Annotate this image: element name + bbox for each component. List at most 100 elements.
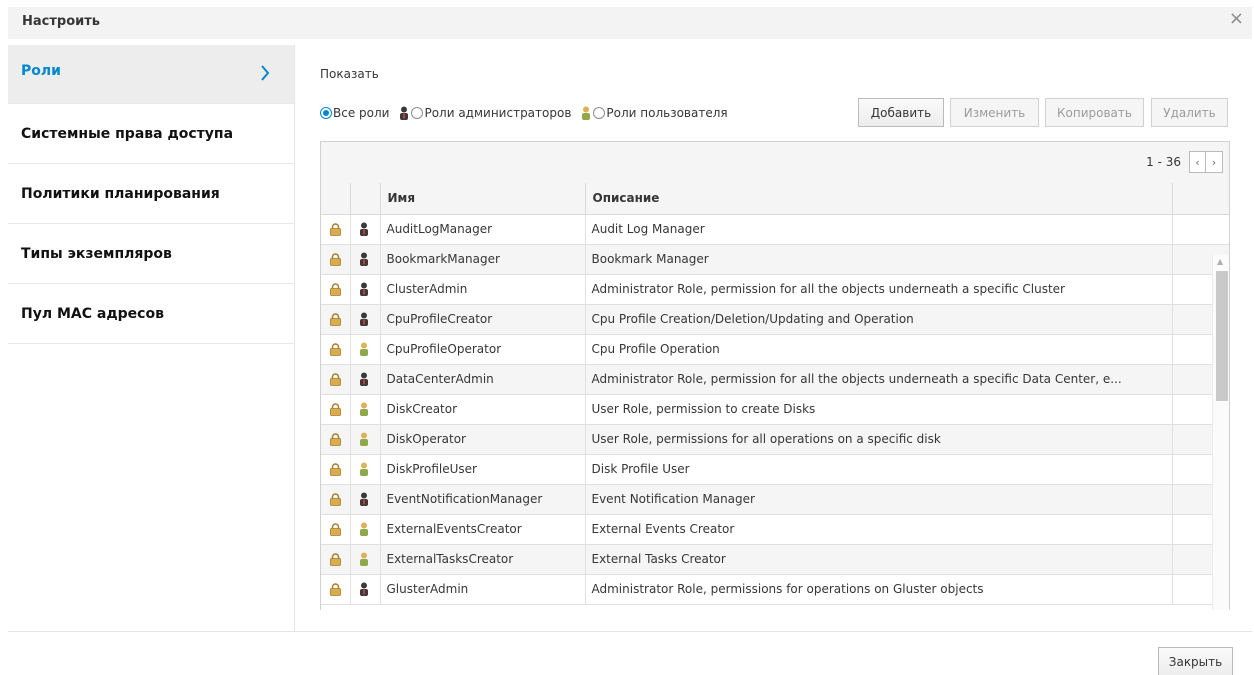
filter-user-label: Роли пользователя <box>606 106 728 120</box>
sidebar-item-mac-pools[interactable]: Пул MAC адресов <box>8 284 294 344</box>
scroll-thumb[interactable] <box>1216 271 1228 401</box>
show-label: Показать <box>320 67 379 81</box>
role-name: AuditLogManager <box>380 214 586 245</box>
lock-icon <box>321 544 351 575</box>
table-row[interactable]: CpuProfileCreator Cpu Profile Creation/De… <box>321 304 1229 335</box>
role-description: Cpu Profile Operation <box>585 334 1173 365</box>
regular-user-icon <box>350 424 381 455</box>
row-spacer <box>1172 214 1229 245</box>
delete-button[interactable]: Удалить <box>1151 98 1228 127</box>
lock-icon <box>321 394 351 425</box>
table-row[interactable]: GlusterAdmin Administrator Role, permissi… <box>321 574 1229 605</box>
role-description: Cpu Profile Creation/Deletion/Updating a… <box>585 304 1173 335</box>
radio-user-roles[interactable] <box>593 107 606 119</box>
radio-admin-roles[interactable] <box>411 107 424 119</box>
table-row[interactable]: DiskProfileUser Disk Profile User <box>321 454 1229 485</box>
column-header-name[interactable]: Имя <box>380 183 586 215</box>
regular-user-icon <box>350 544 381 575</box>
column-header-lock <box>321 183 351 215</box>
dialog-header: Настроить × <box>8 7 1252 39</box>
footer-divider <box>8 631 1252 632</box>
sidebar-item-instance-types[interactable]: Типы экземпляров <box>8 224 294 284</box>
table-row[interactable]: CpuProfileOperator Cpu Profile Operation <box>321 334 1229 365</box>
role-description: Administrator Role, permissions for oper… <box>585 574 1173 605</box>
admin-user-icon <box>350 484 381 515</box>
role-description: Audit Log Manager <box>585 214 1173 245</box>
lock-icon <box>321 274 351 305</box>
role-name: GlusterAdmin <box>380 574 586 605</box>
table-row[interactable]: ExternalEventsCreator External Events Cre… <box>321 514 1229 545</box>
regular-user-icon <box>350 334 381 365</box>
role-name: ExternalEventsCreator <box>380 514 586 545</box>
role-name: DiskProfileUser <box>380 454 586 485</box>
lock-icon <box>321 364 351 395</box>
role-name: DiskOperator <box>380 424 586 455</box>
sidebar-item-label: Роли <box>21 63 61 79</box>
lock-icon <box>321 424 351 455</box>
admin-user-icon <box>400 106 409 120</box>
lock-icon <box>321 304 351 335</box>
filter-user-roles[interactable]: Роли пользователя <box>581 106 728 120</box>
role-name: DataCenterAdmin <box>380 364 586 395</box>
role-description: External Events Creator <box>585 514 1173 545</box>
regular-user-icon <box>350 454 381 485</box>
sidebar-item-scheduling-policies[interactable]: Политики планирования <box>8 164 294 224</box>
roles-grid: 1 - 36 ‹ › Имя Описание AuditLogManager … <box>320 141 1230 610</box>
chevron-right-icon <box>261 65 270 81</box>
role-name: CpuProfileCreator <box>380 304 586 335</box>
sidebar: Роли Системные права доступа Политики пл… <box>8 45 295 631</box>
copy-button[interactable]: Копировать <box>1045 98 1144 127</box>
role-description: User Role, permission to create Disks <box>585 394 1173 425</box>
radio-all-roles[interactable] <box>320 107 332 119</box>
table-row[interactable]: DiskCreator User Role, permission to crea… <box>321 394 1229 425</box>
table-row[interactable]: ExternalTasksCreator External Tasks Creat… <box>321 544 1229 575</box>
admin-user-icon <box>350 244 381 275</box>
lock-icon <box>321 334 351 365</box>
table-row[interactable]: AuditLogManager Audit Log Manager <box>321 214 1229 245</box>
admin-user-icon <box>350 304 381 335</box>
role-name: CpuProfileOperator <box>380 334 586 365</box>
sidebar-item-roles[interactable]: Роли <box>8 45 294 104</box>
column-header-type <box>350 183 381 215</box>
role-description: Administrator Role, permission for all t… <box>585 274 1173 305</box>
table-row[interactable]: DataCenterAdmin Administrator Role, permi… <box>321 364 1229 395</box>
admin-user-icon <box>350 274 381 305</box>
main-panel: Показать Все роли Роли администраторов Р… <box>296 45 1254 631</box>
pager-prev-button[interactable]: ‹ <box>1189 151 1206 173</box>
filter-admin-roles[interactable]: Роли администраторов <box>399 106 571 120</box>
table-row[interactable]: BookmarkManager Bookmark Manager <box>321 244 1229 275</box>
table-row[interactable]: DiskOperator User Role, permissions for a… <box>321 424 1229 455</box>
scroll-up-icon[interactable]: ▲ <box>1217 258 1225 266</box>
column-header-description[interactable]: Описание <box>585 183 1173 215</box>
lock-icon <box>321 514 351 545</box>
filter-all-roles[interactable]: Все роли <box>320 106 389 120</box>
regular-user-icon <box>350 514 381 545</box>
regular-user-icon <box>582 106 591 120</box>
role-description: User Role, permissions for all operation… <box>585 424 1173 455</box>
pager-next-button[interactable]: › <box>1206 151 1223 173</box>
sidebar-item-system-permissions[interactable]: Системные права доступа <box>8 104 294 164</box>
close-icon[interactable]: × <box>1229 9 1244 29</box>
filter-admin-label: Роли администраторов <box>424 106 572 120</box>
edit-button[interactable]: Изменить <box>950 98 1039 127</box>
sidebar-item-label: Пул MAC адресов <box>21 305 164 322</box>
sidebar-item-label: Политики планирования <box>21 185 220 202</box>
grid-scrollbar[interactable]: ▲ ▼ <box>1212 255 1229 610</box>
close-button[interactable]: Закрыть <box>1158 647 1233 675</box>
role-name: ExternalTasksCreator <box>380 544 586 575</box>
role-description: External Tasks Creator <box>585 544 1173 575</box>
lock-icon <box>321 244 351 275</box>
regular-user-icon <box>350 394 381 425</box>
table-row[interactable]: EventNotificationManager Event Notificati… <box>321 484 1229 515</box>
sidebar-item-label: Типы экземпляров <box>21 245 172 262</box>
grid-table-wrap: Имя Описание AuditLogManager Audit Log Ma… <box>321 183 1229 610</box>
role-description: Bookmark Manager <box>585 244 1173 275</box>
add-button[interactable]: Добавить <box>858 98 944 127</box>
table-row[interactable]: ClusterAdmin Administrator Role, permissi… <box>321 274 1229 305</box>
role-description: Event Notification Manager <box>585 484 1173 515</box>
lock-icon <box>321 574 351 605</box>
lock-icon <box>321 214 351 245</box>
pager-range: 1 - 36 <box>1146 155 1181 169</box>
lock-icon <box>321 454 351 485</box>
dialog-title: Настроить <box>22 14 100 29</box>
